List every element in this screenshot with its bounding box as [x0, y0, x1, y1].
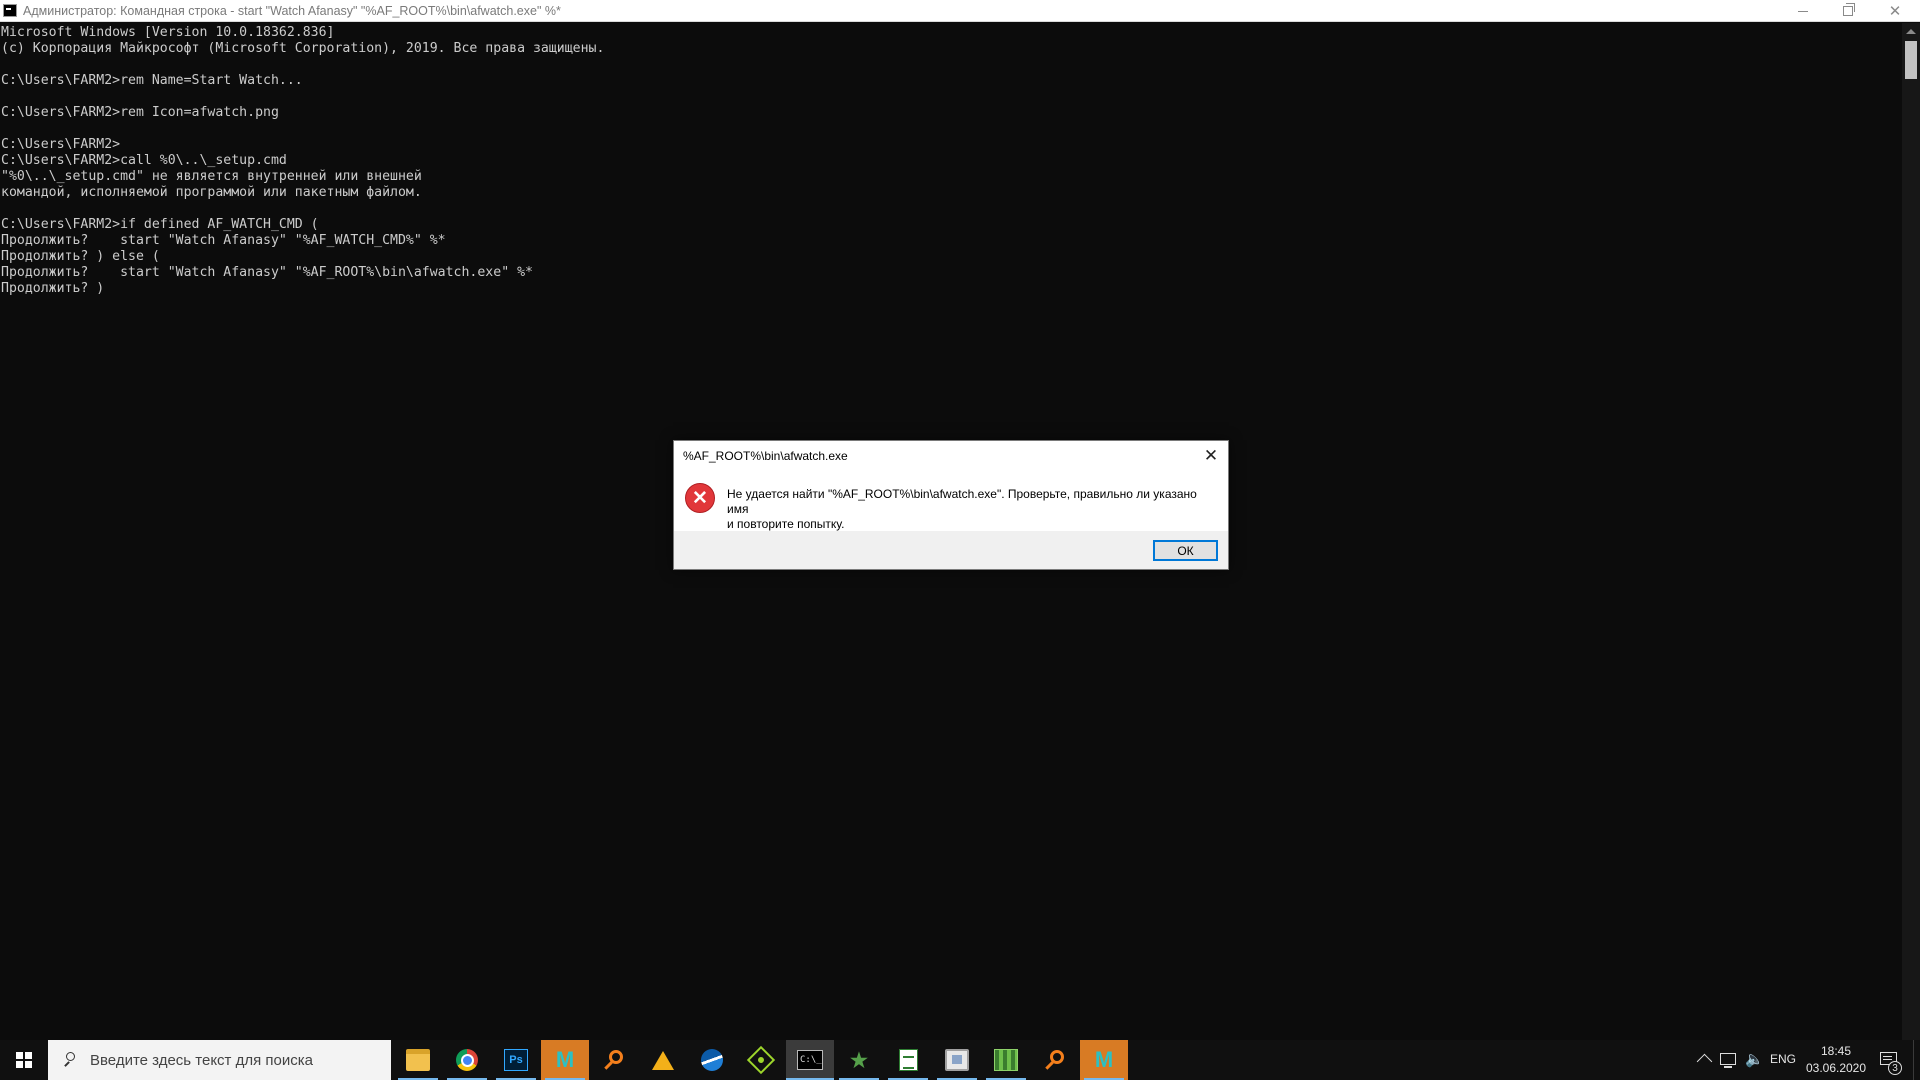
- clock[interactable]: 18:45 03.06.2020: [1796, 1043, 1876, 1077]
- close-icon: ✕: [1203, 446, 1219, 465]
- taskbar: Ps M C:\_ ★ M 🔈 ENG 18:45 03.06.2020 3: [0, 1040, 1920, 1080]
- console-line: Продолжить? ): [1, 281, 105, 296]
- ok-button[interactable]: ОК: [1153, 540, 1218, 561]
- file-explorer-icon: [406, 1049, 430, 1071]
- taskbar-app-command-prompt[interactable]: C:\_: [786, 1040, 834, 1080]
- taskbar-app-monitor[interactable]: [933, 1040, 981, 1080]
- dialog-message-line: и повторите попытку.: [727, 517, 845, 531]
- console-title-bar[interactable]: Администратор: Командная строка - start …: [0, 0, 1920, 22]
- start-button[interactable]: [0, 1040, 48, 1080]
- command-prompt-icon: C:\_: [797, 1050, 823, 1070]
- console-line: C:\Users\FARM2>call %0\..\_setup.cmd: [1, 153, 287, 168]
- maya-icon: M: [1094, 1047, 1114, 1072]
- grid-app-icon: [994, 1049, 1018, 1071]
- notification-count-badge: 3: [1888, 1061, 1902, 1075]
- dialog-title: %AF_ROOT%\bin\afwatch.exe: [683, 449, 848, 463]
- minimize-button[interactable]: [1780, 0, 1826, 22]
- search-icon: [62, 1052, 78, 1068]
- taskbar-search[interactable]: [48, 1040, 391, 1080]
- scroll-thumb[interactable]: [1905, 41, 1917, 79]
- keyfinder-icon: [1044, 1049, 1066, 1071]
- photoshop-icon: Ps: [504, 1049, 528, 1071]
- maya-icon: M: [555, 1047, 575, 1072]
- target-app-icon: [746, 1045, 776, 1075]
- close-icon: ✕: [1888, 2, 1902, 20]
- console-line: "%0\..\_setup.cmd" не является внутренне…: [1, 169, 422, 184]
- show-desktop-button[interactable]: [1913, 1040, 1920, 1080]
- console-line: Продолжить? ) else (: [1, 249, 160, 264]
- taskbar-app-spreadsheet[interactable]: [884, 1040, 932, 1080]
- search-input[interactable]: [90, 1051, 380, 1069]
- error-icon: ✕: [685, 483, 715, 513]
- taskbar-app-keyfinder-2[interactable]: [1031, 1040, 1079, 1080]
- console-line: C:\Users\FARM2>if defined AF_WATCH_CMD (: [1, 217, 319, 232]
- scroll-up-arrow-icon[interactable]: [1902, 23, 1920, 40]
- volume-icon[interactable]: 🔈: [1745, 1050, 1764, 1068]
- windows-logo-icon: [16, 1052, 32, 1068]
- clock-time: 18:45: [1820, 1044, 1852, 1058]
- dialog-message-line: Не удается найти "%AF_ROOT%\bin\afwatch.…: [727, 487, 1197, 516]
- command-prompt-icon: [3, 4, 17, 17]
- dialog-footer: [674, 531, 1228, 569]
- monitor-app-icon: [945, 1049, 969, 1071]
- keyfinder-icon: [603, 1049, 625, 1071]
- taskbar-app-maya[interactable]: M: [541, 1040, 589, 1080]
- taskbar-app-wave[interactable]: [688, 1040, 736, 1080]
- chevron-up-icon[interactable]: [1696, 1053, 1713, 1070]
- console-line: Продолжить? start "Watch Afanasy" "%AF_W…: [1, 233, 446, 248]
- minimize-icon: [1798, 10, 1808, 12]
- restore-button[interactable]: [1825, 0, 1871, 22]
- taskbar-app-triangle[interactable]: [639, 1040, 687, 1080]
- console-line: Продолжить? start "Watch Afanasy" "%AF_R…: [1, 265, 533, 280]
- console-scrollbar[interactable]: [1902, 23, 1920, 1040]
- star-app-icon: ★: [850, 1049, 868, 1072]
- taskbar-app-grid[interactable]: [982, 1040, 1030, 1080]
- taskbar-app-chrome[interactable]: [443, 1040, 491, 1080]
- taskbar-app-file-explorer[interactable]: [394, 1040, 442, 1080]
- triangle-app-icon: [652, 1050, 674, 1070]
- language-indicator[interactable]: ENG: [1770, 1052, 1796, 1066]
- restore-icon: [1843, 3, 1855, 16]
- taskbar-app-keyfinder[interactable]: [590, 1040, 638, 1080]
- window-title: Администратор: Командная строка - start …: [23, 3, 561, 18]
- wave-app-icon: [701, 1049, 723, 1071]
- dialog-close-button[interactable]: ✕: [1197, 444, 1225, 468]
- console-line: C:\Users\FARM2>rem Name=Start Watch...: [1, 73, 303, 88]
- chrome-icon: [456, 1049, 478, 1071]
- close-button[interactable]: ✕: [1872, 0, 1918, 22]
- clock-date: 03.06.2020: [1805, 1061, 1867, 1075]
- error-dialog: %AF_ROOT%\bin\afwatch.exe ✕ ✕ Не удается…: [673, 440, 1229, 570]
- console-line: (c) Корпорация Майкрософт (Microsoft Cor…: [1, 41, 605, 56]
- console-line: командой, исполняемой программой или пак…: [1, 185, 422, 200]
- console-line: C:\Users\FARM2>rem Icon=afwatch.png: [1, 105, 279, 120]
- taskbar-app-target[interactable]: [737, 1040, 785, 1080]
- taskbar-app-star[interactable]: ★: [835, 1040, 883, 1080]
- taskbar-app-photoshop[interactable]: Ps: [492, 1040, 540, 1080]
- network-icon[interactable]: [1720, 1053, 1736, 1068]
- spreadsheet-icon: [898, 1049, 918, 1071]
- console-line: C:\Users\FARM2>: [1, 137, 121, 152]
- taskbar-app-maya-2[interactable]: M: [1080, 1040, 1128, 1080]
- console-line: Microsoft Windows [Version 10.0.18362.83…: [1, 25, 335, 40]
- dialog-message: Не удается найти "%AF_ROOT%\bin\afwatch.…: [727, 487, 1217, 532]
